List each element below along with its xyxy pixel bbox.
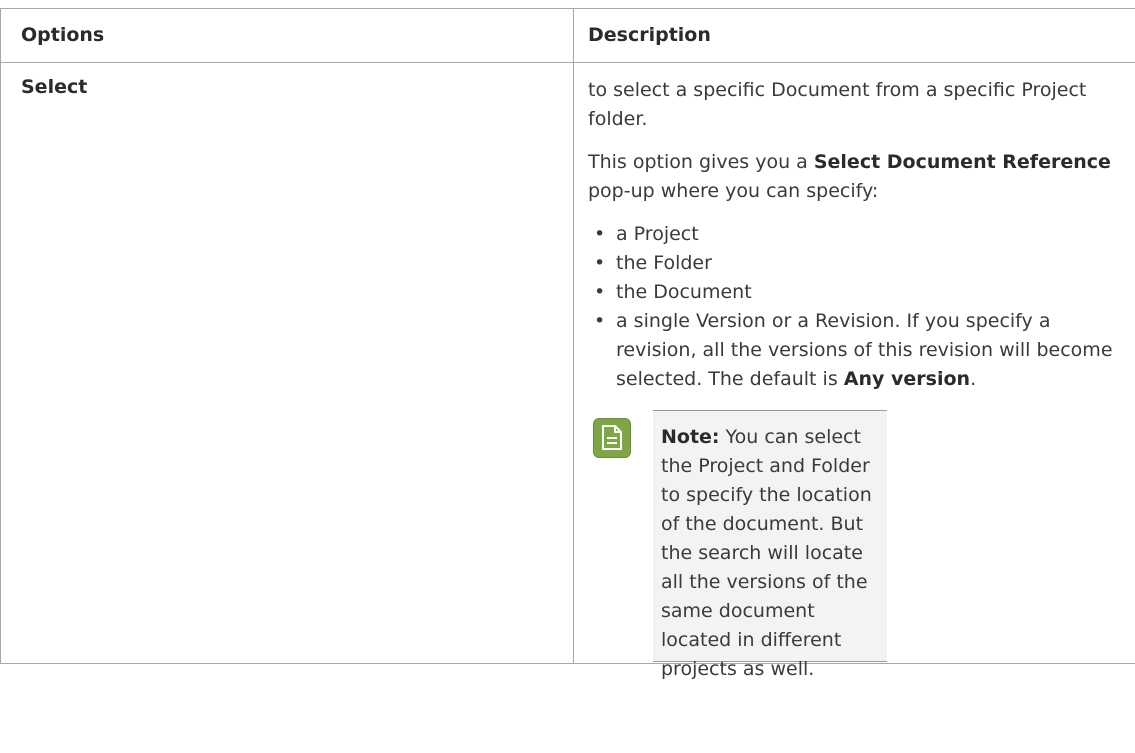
- popup-paragraph: This option gives you a Select Document …: [588, 148, 1129, 206]
- note-document-icon: [593, 418, 631, 458]
- bullet-icon: •: [594, 310, 606, 332]
- option-name: Select: [0, 62, 574, 664]
- header-description: Description: [573, 8, 1135, 63]
- table-header-row: Options Description: [0, 8, 1135, 63]
- list-item: • a single Version or a Revision. If you …: [594, 307, 1129, 394]
- list-item: • a Project: [594, 220, 1129, 249]
- popup-name: Select Document Reference: [813, 151, 1111, 173]
- popup-text-post: pop-up where you can specify:: [588, 180, 879, 202]
- bullet-icon: •: [594, 281, 606, 303]
- intro-text: to select a specific Document from a spe…: [588, 79, 1087, 130]
- options-table: Options Description Select to select a s…: [0, 8, 1135, 680]
- list-item-text: the Document: [616, 281, 752, 303]
- default-value: Any version: [843, 368, 971, 390]
- list-item: • the Folder: [594, 249, 1129, 278]
- bullet-icon: •: [594, 223, 606, 245]
- header-options: Options: [0, 8, 574, 63]
- list-item-text: a Project: [616, 223, 699, 245]
- note-box: Note: You can select the Project and Fold…: [653, 410, 887, 680]
- table-row: Select to select a specific Document fro…: [0, 62, 1135, 680]
- note-text: You can select the Project and Folder to…: [661, 426, 872, 680]
- note-document-glyph: [602, 425, 622, 450]
- version-text-post: .: [970, 368, 977, 390]
- bullet-icon: •: [594, 252, 606, 274]
- note-block: Note: You can select the Project and Fold…: [593, 410, 1129, 680]
- list-item: • the Document: [594, 278, 1129, 307]
- popup-text-pre: This option gives you a: [588, 151, 814, 173]
- note-label: Note:: [661, 426, 720, 448]
- spec-list: • a Project • the Folder • the Document • a …: [588, 220, 1129, 394]
- list-item-text: the Folder: [616, 252, 712, 274]
- option-description: to select a specific Document from a spe…: [573, 62, 1135, 680]
